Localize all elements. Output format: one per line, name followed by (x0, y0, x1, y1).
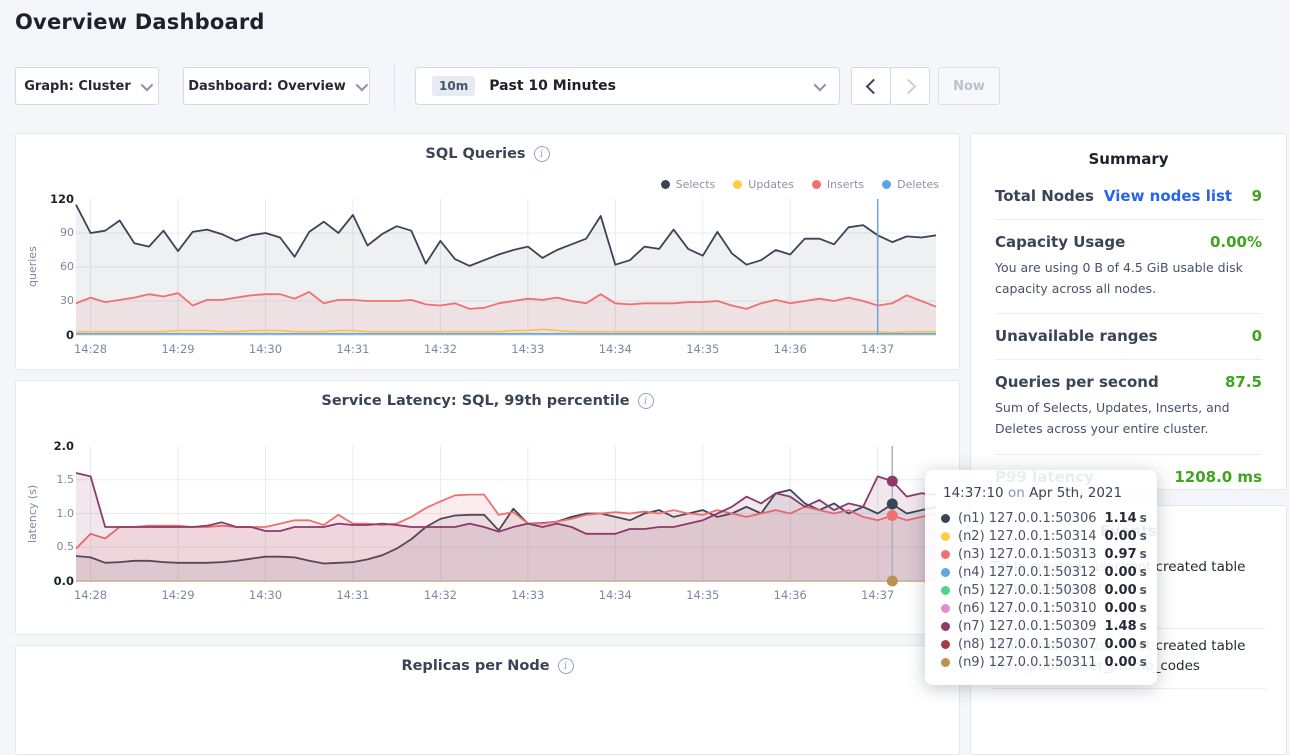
chevron-down-icon (355, 78, 368, 91)
time-next-button[interactable] (890, 67, 930, 105)
x-tick-label: 14:35 (686, 342, 719, 356)
info-icon[interactable]: i (638, 393, 654, 409)
tooltip-node-row: (n5) 127.0.0.1:503080.00s (941, 581, 1141, 599)
legend-dot-icon (661, 180, 670, 189)
legend-dot-icon (882, 180, 891, 189)
x-tick-label: 14:32 (424, 342, 457, 356)
tooltip-node-row: (n4) 127.0.0.1:503120.00s (941, 563, 1141, 581)
x-tick-label: 14:33 (511, 342, 544, 356)
graph-dropdown-label: Graph: Cluster (24, 79, 131, 94)
x-tick-label: 14:29 (161, 588, 194, 602)
info-icon[interactable]: i (534, 146, 550, 162)
view-nodes-list-link[interactable]: View nodes list (1104, 187, 1242, 205)
legend-dot-icon (812, 180, 821, 189)
chart-title: Service Latency: SQL, 99th percentile (321, 393, 629, 409)
legend-dot-icon (733, 180, 742, 189)
series-color-dot (941, 514, 950, 523)
tooltip-node-row: (n8) 127.0.0.1:503070.00s (941, 635, 1141, 653)
dashboard-dropdown-label: Dashboard: Overview (188, 79, 346, 94)
tooltip-node-row: (n3) 127.0.0.1:503130.97s (941, 545, 1141, 563)
info-icon[interactable]: i (558, 658, 574, 674)
qps-value: 87.5 (1225, 373, 1262, 391)
x-tick-label: 14:33 (511, 588, 544, 602)
x-tick-label: 14:35 (686, 588, 719, 602)
chart-legend: Selects Updates Inserts Deletes (661, 178, 939, 191)
x-tick-label: 14:28 (74, 588, 107, 602)
x-tick-label: 14:36 (774, 342, 807, 356)
y-tick-label: 1.0 (57, 507, 75, 520)
chart-title: Replicas per Node (401, 658, 549, 674)
tooltip-timestamp: 14:37:10 on Apr 5th, 2021 (943, 485, 1141, 501)
x-tick-label: 14:34 (599, 588, 632, 602)
legend-item-selects[interactable]: Selects (661, 178, 716, 191)
total-nodes-value: 9 (1252, 187, 1262, 205)
summary-panel: Summary Total Nodes View nodes list 9 Ca… (970, 133, 1287, 490)
y-tick-label: 60 (60, 260, 74, 273)
capacity-usage-value: 0.00% (1210, 233, 1262, 251)
unavailable-ranges-value: 0 (1252, 327, 1262, 345)
time-range-badge: 10m (432, 76, 475, 96)
legend-item-inserts[interactable]: Inserts (812, 178, 864, 191)
tooltip-node-row: (n9) 127.0.0.1:503110.00s (941, 653, 1141, 671)
sql-queries-chart[interactable] (76, 199, 936, 335)
tooltip-node-row: (n7) 127.0.0.1:503091.48s (941, 617, 1141, 635)
y-tick-label: 2.0 (54, 439, 74, 453)
x-tick-label: 14:30 (249, 342, 282, 356)
x-tick-label: 14:31 (336, 588, 369, 602)
series-color-dot (941, 622, 950, 631)
x-tick-label: 14:36 (774, 588, 807, 602)
sql-queries-panel: SQL Queries i Selects Updates Inserts Delet… (15, 133, 960, 370)
series-color-dot (941, 550, 950, 559)
summary-row-total-nodes: Total Nodes View nodes list 9 (995, 174, 1262, 220)
time-range-dropdown[interactable]: 10m Past 10 Minutes (415, 67, 840, 105)
series-color-dot (941, 532, 950, 541)
tooltip-node-row: (n6) 127.0.0.1:503100.00s (941, 599, 1141, 617)
chevron-down-icon (140, 78, 153, 91)
now-button[interactable]: Now (938, 67, 1000, 105)
series-color-dot (941, 658, 950, 667)
summary-row-qps: Queries per second 87.5 Sum of Selects, … (995, 360, 1262, 454)
y-tick-label: 90 (60, 226, 74, 239)
p99-latency-value: 1208.0 ms (1174, 468, 1262, 486)
series-color-dot (941, 640, 950, 649)
y-tick-label: 0.5 (57, 540, 75, 553)
graph-dropdown[interactable]: Graph: Cluster (15, 67, 159, 105)
legend-item-deletes[interactable]: Deletes (882, 178, 939, 191)
dashboard-dropdown[interactable]: Dashboard: Overview (183, 67, 370, 105)
series-color-dot (941, 568, 950, 577)
chevron-left-icon (865, 78, 881, 94)
y-tick-label: 1.5 (57, 473, 75, 486)
page-title: Overview Dashboard (15, 10, 265, 34)
x-tick-label: 14:31 (336, 342, 369, 356)
series-color-dot (941, 586, 950, 595)
x-tick-label: 14:30 (249, 588, 282, 602)
chart-title: SQL Queries (425, 146, 525, 162)
y-tick-label: 120 (50, 192, 74, 206)
x-tick-label: 14:34 (599, 342, 632, 356)
chevron-right-icon (900, 78, 916, 94)
x-tick-label: 14:37 (861, 342, 894, 356)
time-range-label: Past 10 Minutes (489, 78, 814, 94)
replicas-per-node-panel: Replicas per Node i (15, 645, 960, 755)
y-tick-label: 0.0 (54, 574, 74, 588)
service-latency-chart[interactable] (76, 446, 936, 581)
toolbar-divider (394, 62, 395, 110)
chart-hover-tooltip: 14:37:10 on Apr 5th, 2021 (n1) 127.0.0.1… (925, 470, 1157, 685)
x-tick-label: 14:37 (861, 588, 894, 602)
y-tick-label: 0 (66, 328, 74, 342)
legend-item-updates[interactable]: Updates (733, 178, 794, 191)
summary-title: Summary (971, 150, 1286, 168)
service-latency-panel: Service Latency: SQL, 99th percentile i … (15, 380, 960, 635)
y-tick-label: 30 (60, 294, 74, 307)
x-tick-label: 14:28 (74, 342, 107, 356)
tooltip-node-row: (n2) 127.0.0.1:503140.00s (941, 527, 1141, 545)
summary-row-unavailable-ranges: Unavailable ranges 0 (995, 314, 1262, 360)
summary-row-capacity: Capacity Usage 0.00% You are using 0 B o… (995, 220, 1262, 314)
tooltip-node-row: (n1) 127.0.0.1:503061.14s (941, 509, 1141, 527)
x-tick-label: 14:32 (424, 588, 457, 602)
chevron-down-icon (814, 78, 827, 91)
time-prev-button[interactable] (851, 67, 891, 105)
series-color-dot (941, 604, 950, 613)
x-tick-label: 14:29 (161, 342, 194, 356)
